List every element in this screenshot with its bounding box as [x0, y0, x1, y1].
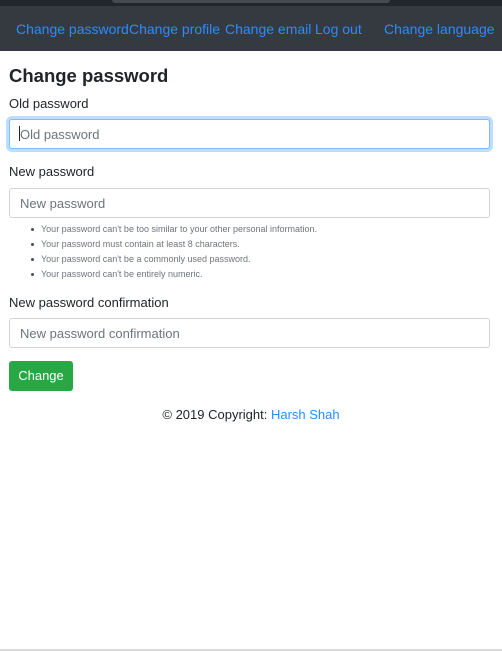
nav-link-change-email[interactable]: Change email — [225, 21, 311, 37]
confirm-password-label: New password confirmation — [9, 295, 169, 310]
password-help-item: Your password can't be a commonly used p… — [31, 252, 481, 267]
nav-link-change-language[interactable]: Change language — [384, 21, 495, 37]
password-help-item: Your password must contain at least 8 ch… — [31, 237, 481, 252]
password-help-item: Your password can't be entirely numeric. — [31, 267, 481, 282]
text-cursor — [19, 126, 20, 141]
old-password-input[interactable] — [9, 119, 490, 149]
top-navbar: Change password Change profile Change em… — [0, 0, 502, 51]
password-help-list: Your password can't be too similar to yo… — [31, 222, 481, 282]
password-help-item: Your password can't be too similar to yo… — [31, 222, 481, 237]
new-password-label: New password — [9, 164, 95, 179]
change-button[interactable]: Change — [9, 361, 73, 391]
confirm-password-input[interactable] — [9, 318, 490, 348]
old-password-label: Old password — [9, 96, 89, 111]
navbar-top-edge — [0, 0, 502, 6]
new-password-input[interactable] — [9, 188, 490, 218]
footer: © 2019 Copyright: Harsh Shah — [0, 407, 502, 423]
footer-copyright-text: © 2019 Copyright: — [162, 407, 271, 422]
nav-link-log-out[interactable]: Log out — [315, 21, 362, 37]
footer-author-link[interactable]: Harsh Shah — [271, 407, 340, 422]
nav-link-change-profile[interactable]: Change profile — [129, 21, 220, 37]
nav-link-change-password[interactable]: Change password — [16, 21, 129, 37]
page-title: Change password — [9, 65, 169, 86]
